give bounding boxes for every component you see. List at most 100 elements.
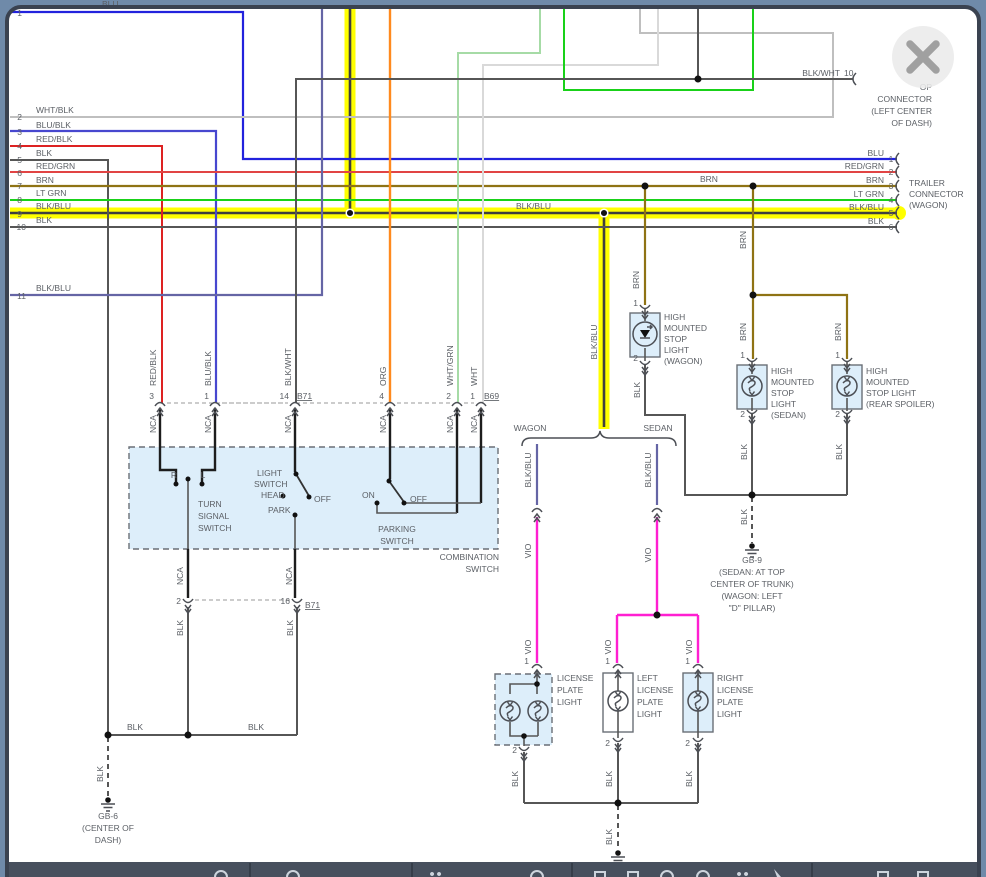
pin-number: 16: [281, 596, 291, 606]
row-number: 8: [17, 195, 22, 205]
pin-number: 2: [835, 409, 840, 419]
light-switch-label: HEAD: [261, 490, 285, 500]
pin-number: 1: [470, 391, 475, 401]
pin-number: 2: [740, 409, 745, 419]
wire-label: BRN: [700, 174, 718, 184]
wire-label: NCA: [378, 415, 388, 433]
pin-number: 1: [204, 391, 209, 401]
ground-label: "D" PILLAR): [729, 603, 776, 613]
close-button[interactable]: [892, 26, 954, 88]
pin-number: 2: [633, 353, 638, 363]
ground-label: (WAGON: LEFT: [721, 591, 782, 601]
wire-label: WHT/BLK: [36, 105, 74, 115]
turn-signal-switch-label: TURN: [198, 499, 222, 509]
wire-label: BLK/WHT: [283, 348, 293, 386]
right-license-light-label: LICENSE: [717, 685, 754, 695]
stop-light-sedan-label: (SEDAN): [771, 410, 806, 420]
stop-light-sedan-label: HIGH: [771, 366, 792, 376]
pin-number: 2: [685, 738, 690, 748]
combination-switch-label: SWITCH: [465, 564, 499, 574]
wire-label: BLU: [867, 148, 884, 158]
ground-label: (CENTER OF: [82, 823, 134, 833]
wire-label: BLK: [285, 620, 295, 636]
stop-light-sedan-label: STOP: [771, 388, 794, 398]
stop-light-spoiler-label: (REAR SPOILER): [866, 399, 935, 409]
wire-label: BRN: [866, 175, 884, 185]
op-connector-label: CONNECTOR: [877, 94, 932, 104]
row-number: 9: [17, 209, 22, 219]
stop-light-wagon-label: HIGH: [664, 312, 685, 322]
wire-label: VIO: [523, 639, 533, 654]
turn-signal-switch-label: SWITCH: [198, 523, 232, 533]
pin-number: 5: [889, 208, 894, 218]
ground-label: GB-9: [742, 555, 762, 565]
bottom-toolbar[interactable]: [9, 862, 977, 877]
pin-number: 1: [524, 656, 529, 666]
right-license-light-label: PLATE: [717, 697, 744, 707]
wire-label: WHT/GRN: [445, 345, 455, 386]
pin-number: 1: [633, 298, 638, 308]
wire-label: VIO: [523, 543, 533, 558]
wire-label: WAGON: [514, 423, 547, 433]
left-license-light-label: LEFT: [637, 673, 658, 683]
license-light-label: LICENSE: [557, 673, 594, 683]
wire-label: VIO: [603, 639, 613, 654]
trailer-connector-label: TRAILER: [909, 178, 945, 188]
trailer-connector-label: CONNECTOR: [909, 189, 964, 199]
wire-label: WHT: [469, 367, 479, 386]
op-connector-label: (LEFT CENTER: [871, 106, 932, 116]
wire-label: BLK: [95, 766, 105, 782]
wire-label: ON: [362, 490, 375, 500]
parking-switch-label: PARKING: [378, 524, 416, 534]
right-license-light-label: LIGHT: [717, 709, 742, 719]
pin-number: 1: [740, 350, 745, 360]
pin-number: 14: [280, 391, 290, 401]
pin-number: 2: [889, 167, 894, 177]
wire-label: ORG: [378, 367, 388, 386]
pin-number: 1: [605, 656, 610, 666]
wire-label: NCA: [203, 415, 213, 433]
connector-id: B71: [297, 391, 312, 401]
light-switch-label: LIGHT: [257, 468, 282, 478]
stop-light-spoiler-label: STOP LIGHT: [866, 388, 916, 398]
wire-label: BLK/BLU: [523, 453, 533, 488]
connector-id: B69: [484, 391, 499, 401]
stop-light-spoiler-label: MOUNTED: [866, 377, 909, 387]
pin-number: 3: [149, 391, 154, 401]
wire-label: BLK: [868, 216, 884, 226]
wire-label: BLK: [739, 444, 749, 460]
wire-label: VIO: [684, 639, 694, 654]
wire-label: VIO: [643, 547, 653, 562]
wire-label: BRN: [738, 231, 748, 249]
wire-label: BLK: [248, 722, 264, 732]
stop-light-spoiler-label: HIGH: [866, 366, 887, 376]
wire-label: OFF: [314, 494, 331, 504]
light-switch-label: SWITCH: [254, 479, 288, 489]
wire-label: BLU/BLK: [36, 120, 71, 130]
stop-light-wagon-label: MOUNTED: [664, 323, 707, 333]
wire-label: BLK: [604, 829, 614, 845]
diagram-canvas: BLU1234567891011WHT/BLKBLU/BLKRED/BLKBLK…: [0, 0, 986, 877]
trailer-connector-label: (WAGON): [909, 200, 948, 210]
stop-light-wagon-label: LIGHT: [664, 345, 689, 355]
pin-number: 1: [835, 350, 840, 360]
wire-label: BLK: [36, 148, 52, 158]
wire-label: BLK/WHT: [802, 68, 840, 78]
row-number: 10: [17, 222, 27, 232]
row-number: 3: [17, 127, 22, 137]
row-number: 11: [17, 291, 26, 301]
license-light-label: PLATE: [557, 685, 584, 695]
wire-label: BLK/BLU: [36, 283, 71, 293]
wire-label: BLK: [834, 444, 844, 460]
combination-switch-label: COMBINATION: [440, 552, 499, 562]
stop-light-sedan-label: MOUNTED: [771, 377, 814, 387]
row-number: 5: [17, 155, 22, 165]
wire-label: L: [201, 470, 206, 480]
wire-label: BRN: [738, 323, 748, 341]
stop-light-wagon-label: (WAGON): [664, 356, 703, 366]
wire-label: 10: [844, 68, 854, 78]
license-light-label: LIGHT: [557, 697, 582, 707]
right-license-light-label: RIGHT: [717, 673, 743, 683]
connector-id: B71: [305, 600, 320, 610]
stop-light-sedan-label: LIGHT: [771, 399, 796, 409]
